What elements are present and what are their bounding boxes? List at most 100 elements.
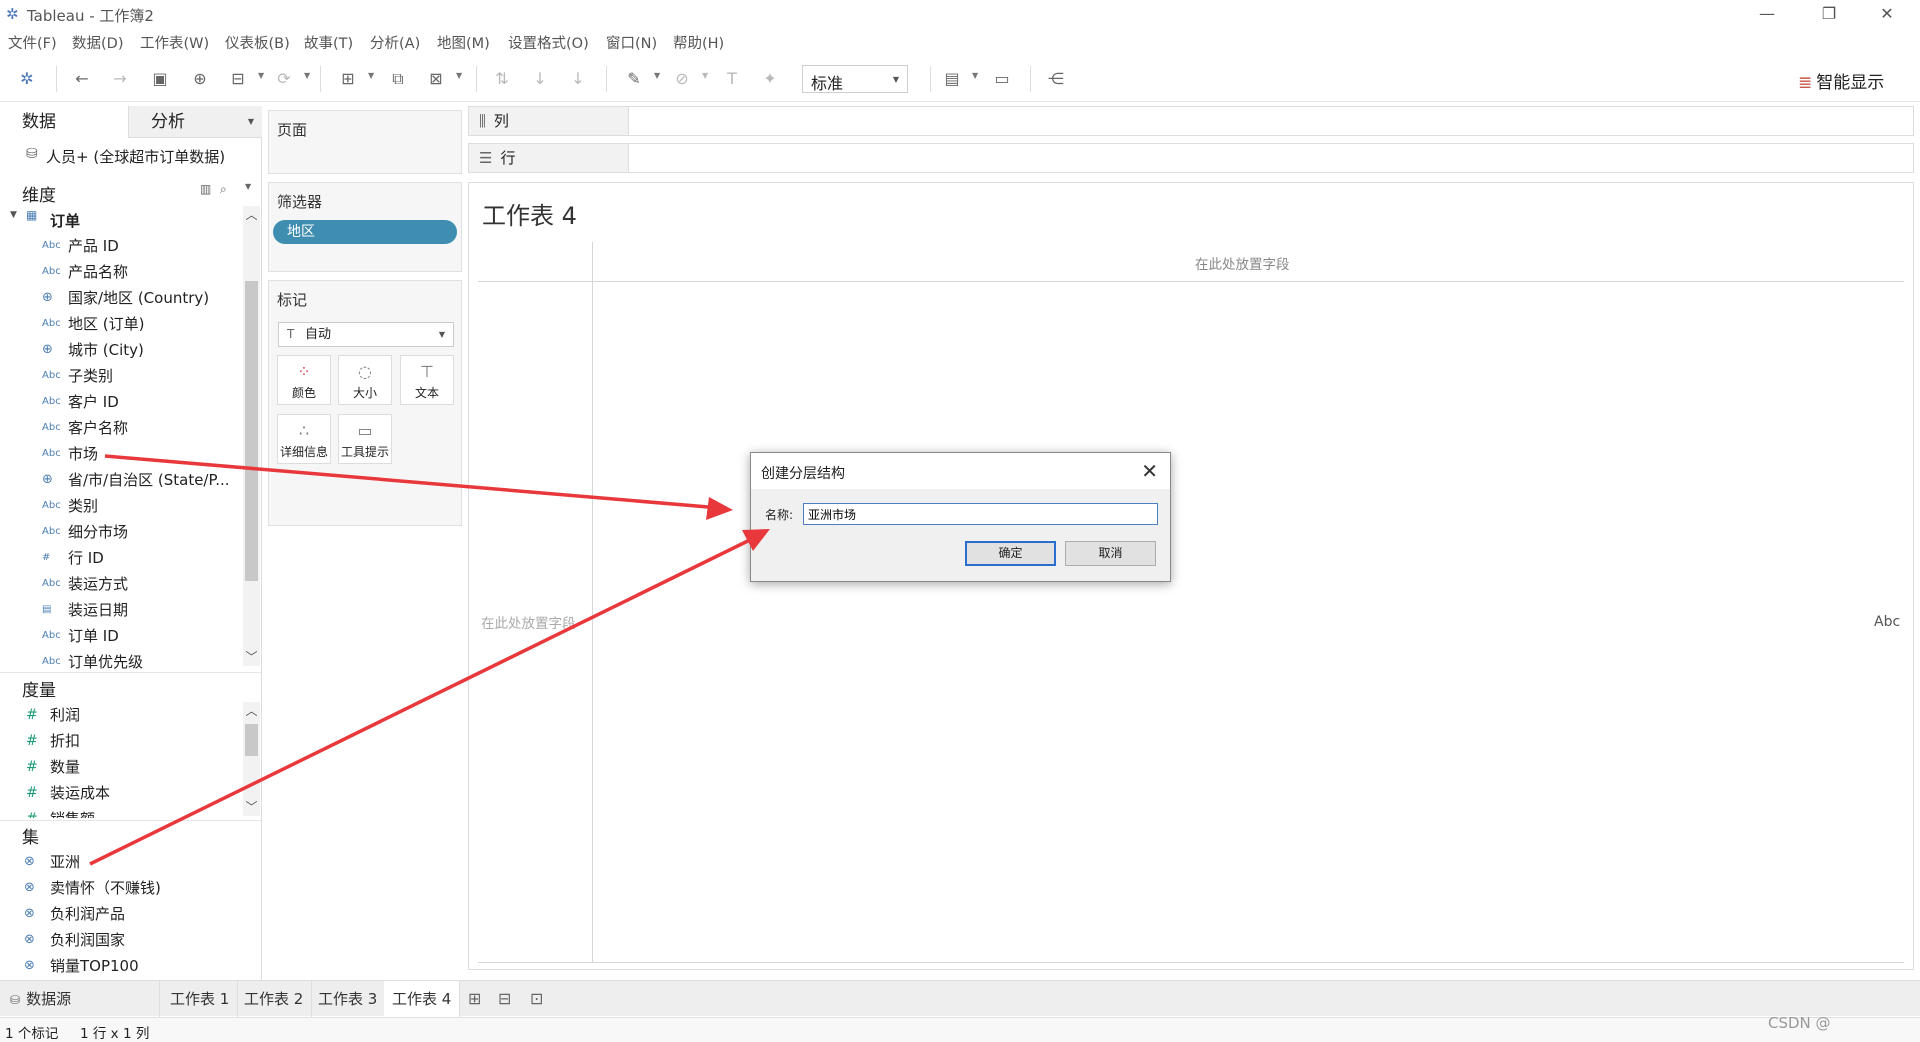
dimension-field[interactable]: 国家/地区 (Country) (68, 287, 209, 309)
set-field[interactable]: 负利润国家 (50, 929, 125, 951)
cancel-button[interactable]: 取消 (1065, 541, 1156, 566)
dimension-field[interactable]: 客户 ID (68, 391, 119, 413)
tab-analysis[interactable]: 分析 ▼ (128, 106, 262, 138)
tooltip-button[interactable]: ▭ 工具提示 (338, 414, 392, 464)
scroll-up-icon[interactable]: ︿ (243, 206, 260, 223)
menu-map[interactable]: 地图(M) (437, 32, 490, 53)
menu-story[interactable]: 故事(T) (304, 32, 353, 53)
close-icon[interactable]: ✕ (1141, 459, 1158, 483)
menu-format[interactable]: 设置格式(O) (508, 32, 589, 53)
scroll-thumb[interactable] (245, 281, 258, 581)
grid-view-icon[interactable]: ▥ (200, 182, 211, 196)
dimension-field[interactable]: 省/市/自治区 (State/P... (68, 469, 230, 491)
dimension-field[interactable]: 细分市场 (68, 521, 128, 543)
search-icon[interactable]: ⌕ (220, 182, 227, 197)
dimensions-scrollbar[interactable]: ︿ ﹀ (243, 206, 260, 666)
menu-window[interactable]: 窗口(N) (606, 32, 657, 53)
duplicate-sheet-icon[interactable]: ⧉ (386, 67, 410, 91)
filter-pill-region[interactable]: 地区 (273, 220, 457, 244)
set-field[interactable]: 销量TOP100 (50, 955, 139, 977)
worksheet-view[interactable] (468, 182, 1914, 970)
fix-axes-icon[interactable]: ✦ (758, 67, 782, 91)
measure-field[interactable]: 折扣 (50, 730, 80, 752)
dimension-field[interactable]: 产品名称 (68, 261, 128, 283)
dimension-field[interactable]: 城市 (City) (68, 339, 144, 361)
share-icon[interactable]: ⋲ (1044, 67, 1068, 91)
rows-drop-zone[interactable]: 在此处放置字段 (481, 612, 576, 632)
pause-updates-icon[interactable]: ⊟ (226, 67, 250, 91)
columns-shelf[interactable]: ⫼ 列 (468, 106, 1914, 136)
set-field[interactable]: 亚洲 (50, 851, 80, 873)
dimension-field[interactable]: 订单 ID (68, 625, 119, 647)
menu-analysis[interactable]: 分析(A) (370, 32, 420, 53)
restore-icon[interactable]: ❐ (1806, 2, 1852, 26)
dimension-field[interactable]: 客户名称 (68, 417, 128, 439)
dimension-field[interactable]: 订单优先级 (68, 651, 143, 673)
scroll-down-icon[interactable]: ﹀ (243, 798, 260, 815)
menu-worksheet[interactable]: 工作表(W) (140, 32, 209, 53)
new-story-icon[interactable]: ⊡ (530, 989, 543, 1008)
text-button[interactable]: ⊤ 文本 (400, 355, 454, 405)
scroll-up-icon[interactable]: ︿ (243, 702, 260, 719)
scroll-thumb[interactable] (245, 724, 258, 756)
minimize-icon[interactable]: — (1744, 2, 1790, 26)
dimension-field[interactable]: 地区 (订单) (68, 313, 144, 335)
tab-sheet-2[interactable]: 工作表 2 (236, 981, 313, 1017)
tableau-start-icon[interactable]: ✲ (15, 67, 39, 91)
rows-shelf[interactable]: ☰ 行 (468, 143, 1914, 173)
presentation-mode-icon[interactable]: ▭ (990, 67, 1014, 91)
dimension-field[interactable]: 子类别 (68, 365, 113, 387)
set-field[interactable]: 负利润产品 (50, 903, 125, 925)
save-icon[interactable]: ▣ (148, 67, 172, 91)
dimension-field[interactable]: 类别 (68, 495, 98, 517)
hierarchy-name-input[interactable] (803, 503, 1158, 525)
sort-descending-icon[interactable]: ↓ (566, 67, 590, 91)
fit-select[interactable]: 标准 ▼ (802, 65, 908, 93)
clear-sheet-icon[interactable]: ⊠ (424, 67, 448, 91)
new-datasource-icon[interactable]: ⊕ (188, 67, 212, 91)
tab-sheet-3[interactable]: 工作表 3 (310, 981, 387, 1017)
sheet-title[interactable]: 工作表 4 (482, 196, 577, 231)
dimension-field[interactable]: 行 ID (68, 547, 104, 569)
menu-file[interactable]: 文件(F) (8, 32, 57, 53)
menu-data[interactable]: 数据(D) (72, 32, 123, 53)
undo-icon[interactable]: ← (70, 67, 94, 91)
scroll-down-icon[interactable]: ﹀ (243, 648, 260, 665)
detail-button[interactable]: ∴ 详细信息 (277, 414, 331, 464)
collapse-icon[interactable]: ▼ (10, 210, 17, 220)
menu-help[interactable]: 帮助(H) (673, 32, 724, 53)
measure-field[interactable]: 数量 (50, 756, 80, 778)
measure-field[interactable]: 装运成本 (50, 782, 110, 804)
measure-field[interactable]: 销售额 (50, 808, 95, 818)
measure-field[interactable]: 利润 (50, 704, 80, 726)
set-field[interactable]: 卖情怀（不赚钱) (50, 877, 161, 899)
redo-icon[interactable]: → (108, 67, 132, 91)
tab-datasource[interactable]: ⛁ 数据源 (0, 981, 160, 1017)
show-me-button[interactable]: ≣ 智能显示 (1798, 68, 1884, 93)
tab-data[interactable]: 数据 (0, 106, 128, 138)
highlight-icon[interactable]: ✎ (622, 67, 646, 91)
new-worksheet-icon[interactable]: ⊞ (468, 989, 481, 1008)
show-cards-icon[interactable]: ▤ (940, 67, 964, 91)
datasource-name[interactable]: 人员+ (全球超市订单数据) (46, 146, 225, 167)
measures-scrollbar[interactable]: ︿ ﹀ (243, 702, 260, 816)
ok-button[interactable]: 确定 (965, 541, 1056, 566)
new-dashboard-icon[interactable]: ⊟ (498, 989, 511, 1008)
mark-type-select[interactable]: T 自动 ▼ (278, 322, 454, 347)
tab-sheet-1[interactable]: 工作表 1 (162, 981, 239, 1017)
sort-ascending-icon[interactable]: ↓ (528, 67, 552, 91)
dimension-field[interactable]: 装运日期 (68, 599, 128, 621)
menu-dashboard[interactable]: 仪表板(B) (225, 32, 290, 53)
show-labels-icon[interactable]: T (720, 67, 744, 91)
folder-order[interactable]: 订单 (50, 210, 80, 231)
chevron-down-icon[interactable]: ▼ (245, 182, 251, 191)
dimension-field[interactable]: 产品 ID (68, 235, 119, 257)
color-button[interactable]: ⁘ 颜色 (277, 355, 331, 405)
new-worksheet-icon[interactable]: ⊞ (336, 67, 360, 91)
dimension-field[interactable]: 市场 (68, 443, 98, 465)
columns-drop-zone[interactable]: 在此处放置字段 (1195, 253, 1290, 273)
size-button[interactable]: ◌ 大小 (338, 355, 392, 405)
group-members-icon[interactable]: ⊘ (670, 67, 694, 91)
dimension-field[interactable]: 装运方式 (68, 573, 128, 595)
tab-sheet-4[interactable]: 工作表 4 (384, 981, 461, 1017)
